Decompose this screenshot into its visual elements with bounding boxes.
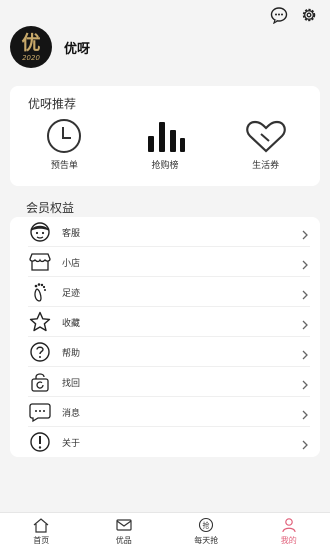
list-item-favorites[interactable]: 收藏	[10, 307, 320, 337]
list-item-retrieve[interactable]: 找回	[10, 367, 320, 397]
chevron-right-icon	[300, 406, 310, 420]
tab-products[interactable]: 优品	[83, 513, 166, 550]
star-icon	[28, 311, 52, 333]
list-item-footprint[interactable]: 足迹	[10, 277, 320, 307]
user-icon	[280, 517, 298, 533]
tab-label: 我的	[280, 536, 297, 545]
list-item-help[interactable]: 帮助	[10, 337, 320, 367]
recommend-item-ranking[interactable]: 抢购榜	[125, 118, 205, 171]
settings-icon[interactable]	[300, 6, 318, 24]
mail-icon	[115, 517, 133, 533]
footprint-icon	[28, 281, 52, 303]
info-icon	[28, 431, 52, 453]
avatar-year: 2020	[22, 53, 40, 62]
grab-icon: 抢	[197, 517, 215, 533]
home-icon	[32, 517, 50, 533]
message-icon	[28, 401, 52, 423]
retrieve-icon	[28, 371, 52, 393]
tab-mine[interactable]: 我的	[248, 513, 330, 550]
list-item-label: 消息	[62, 408, 81, 419]
tab-label: 首页	[33, 536, 50, 545]
top-actions	[270, 6, 318, 25]
profile-header: 优 2020 优呀	[10, 26, 90, 68]
list-item-label: 客服	[62, 228, 81, 239]
recommend-item-preview[interactable]: 预告单	[24, 118, 104, 171]
chevron-right-icon	[300, 346, 310, 360]
list-item-label: 收藏	[62, 318, 81, 329]
list-item-customer-service[interactable]: 客服	[10, 217, 320, 247]
bar-chart-icon	[144, 118, 186, 154]
list-item-messages[interactable]: 消息	[10, 397, 320, 427]
recommend-item-label: 预告单	[50, 161, 78, 171]
list-item-label: 关于	[62, 438, 81, 449]
chevron-right-icon	[300, 376, 310, 390]
help-icon	[28, 341, 52, 363]
benefits-title: 会员权益	[26, 201, 75, 215]
tab-bar: 首页 优品 抢 每天抢 我的	[0, 512, 330, 550]
recommend-item-label: 生活券	[252, 161, 280, 171]
tab-label: 优品	[115, 536, 132, 545]
list-item-about[interactable]: 关于	[10, 427, 320, 457]
recommend-item-coupons[interactable]: 生活券	[226, 118, 306, 171]
benefits-list: 客服 小店 足迹 收藏 帮助 找回 消息 关于	[10, 217, 320, 457]
chevron-right-icon	[300, 226, 310, 240]
recommend-item-label: 抢购榜	[151, 161, 179, 171]
list-item-label: 小店	[62, 258, 81, 269]
recommend-card: 优呀推荐 预告单 抢购榜 生活券	[10, 86, 320, 186]
list-item-label: 帮助	[62, 348, 81, 359]
username: 优呀	[64, 41, 91, 57]
chevron-right-icon	[300, 316, 310, 330]
list-item-shop[interactable]: 小店	[10, 247, 320, 277]
recommend-title: 优呀推荐	[28, 97, 77, 111]
avatar[interactable]: 优 2020	[10, 26, 52, 68]
shop-icon	[28, 251, 52, 273]
heart-coupon-icon	[245, 118, 287, 154]
list-item-label: 找回	[62, 378, 81, 389]
tab-home[interactable]: 首页	[0, 513, 83, 550]
svg-text:抢: 抢	[203, 521, 210, 530]
chevron-right-icon	[300, 436, 310, 450]
tab-label: 每天抢	[194, 536, 219, 545]
message-icon[interactable]	[270, 6, 288, 25]
chevron-right-icon	[300, 286, 310, 300]
avatar-glyph: 优	[21, 31, 41, 54]
tab-daily-deals[interactable]: 抢 每天抢	[165, 513, 248, 550]
list-item-label: 足迹	[62, 288, 81, 299]
recommend-items: 预告单 抢购榜 生活券	[10, 118, 320, 171]
customer-service-icon	[28, 221, 52, 243]
chevron-right-icon	[300, 256, 310, 270]
clock-icon	[43, 118, 85, 154]
